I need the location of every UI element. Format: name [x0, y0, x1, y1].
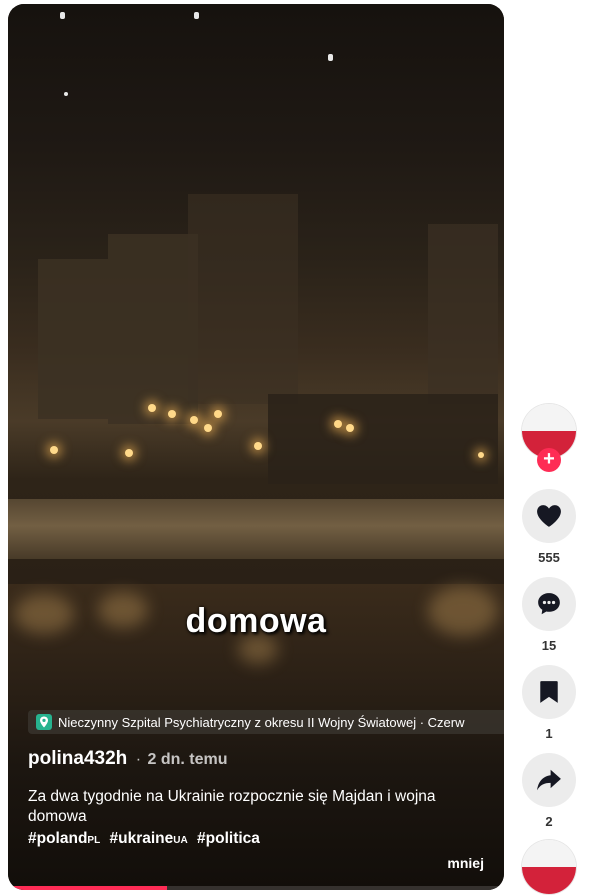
author-row: polina432h · 2 dn. temu	[28, 748, 228, 770]
show-less-button[interactable]: mniej	[447, 855, 484, 871]
plus-icon: +	[543, 448, 555, 470]
hashtag-link[interactable]: #ukraineUA	[110, 830, 188, 847]
video-frame	[8, 4, 504, 584]
hashtag-link[interactable]: #politica	[197, 830, 260, 847]
location-pin-icon	[36, 714, 52, 730]
follow-button[interactable]: +	[537, 448, 561, 472]
hashtag-list: #polandPL #ukraineUA #politica	[28, 830, 265, 848]
heart-icon	[537, 505, 561, 527]
video-player[interactable]: domowa Nieczynny Szpital Psychiatryczny …	[8, 4, 504, 890]
share-icon	[537, 769, 561, 791]
post-time: 2 dn. temu	[147, 751, 228, 768]
video-progress-bar[interactable]	[8, 886, 504, 890]
comment-count: 15	[541, 638, 557, 653]
location-tag[interactable]: Nieczynny Szpital Psychiatryczny z okres…	[28, 710, 504, 734]
like-button[interactable]	[522, 489, 576, 543]
bookmark-icon	[540, 681, 558, 703]
comment-button[interactable]	[522, 577, 576, 631]
like-count: 555	[538, 550, 560, 565]
bookmark-button[interactable]	[522, 665, 576, 719]
location-text: Nieczynny Szpital Psychiatryczny z okres…	[58, 714, 465, 730]
separator-dot: ·	[135, 751, 142, 768]
video-description: Za dwa tygodnie na Ukrainie rozpocznie s…	[28, 788, 436, 825]
bookmark-count: 1	[545, 726, 553, 741]
author-name[interactable]: polina432h	[28, 748, 127, 769]
comment-icon	[538, 593, 560, 615]
share-count: 2	[545, 814, 553, 829]
hashtag-link[interactable]: #polandPL	[28, 830, 100, 847]
next-author-avatar[interactable]	[522, 840, 576, 894]
video-progress-fill	[8, 886, 167, 890]
share-button[interactable]	[522, 753, 576, 807]
video-caption-overlay: domowa	[185, 602, 327, 640]
